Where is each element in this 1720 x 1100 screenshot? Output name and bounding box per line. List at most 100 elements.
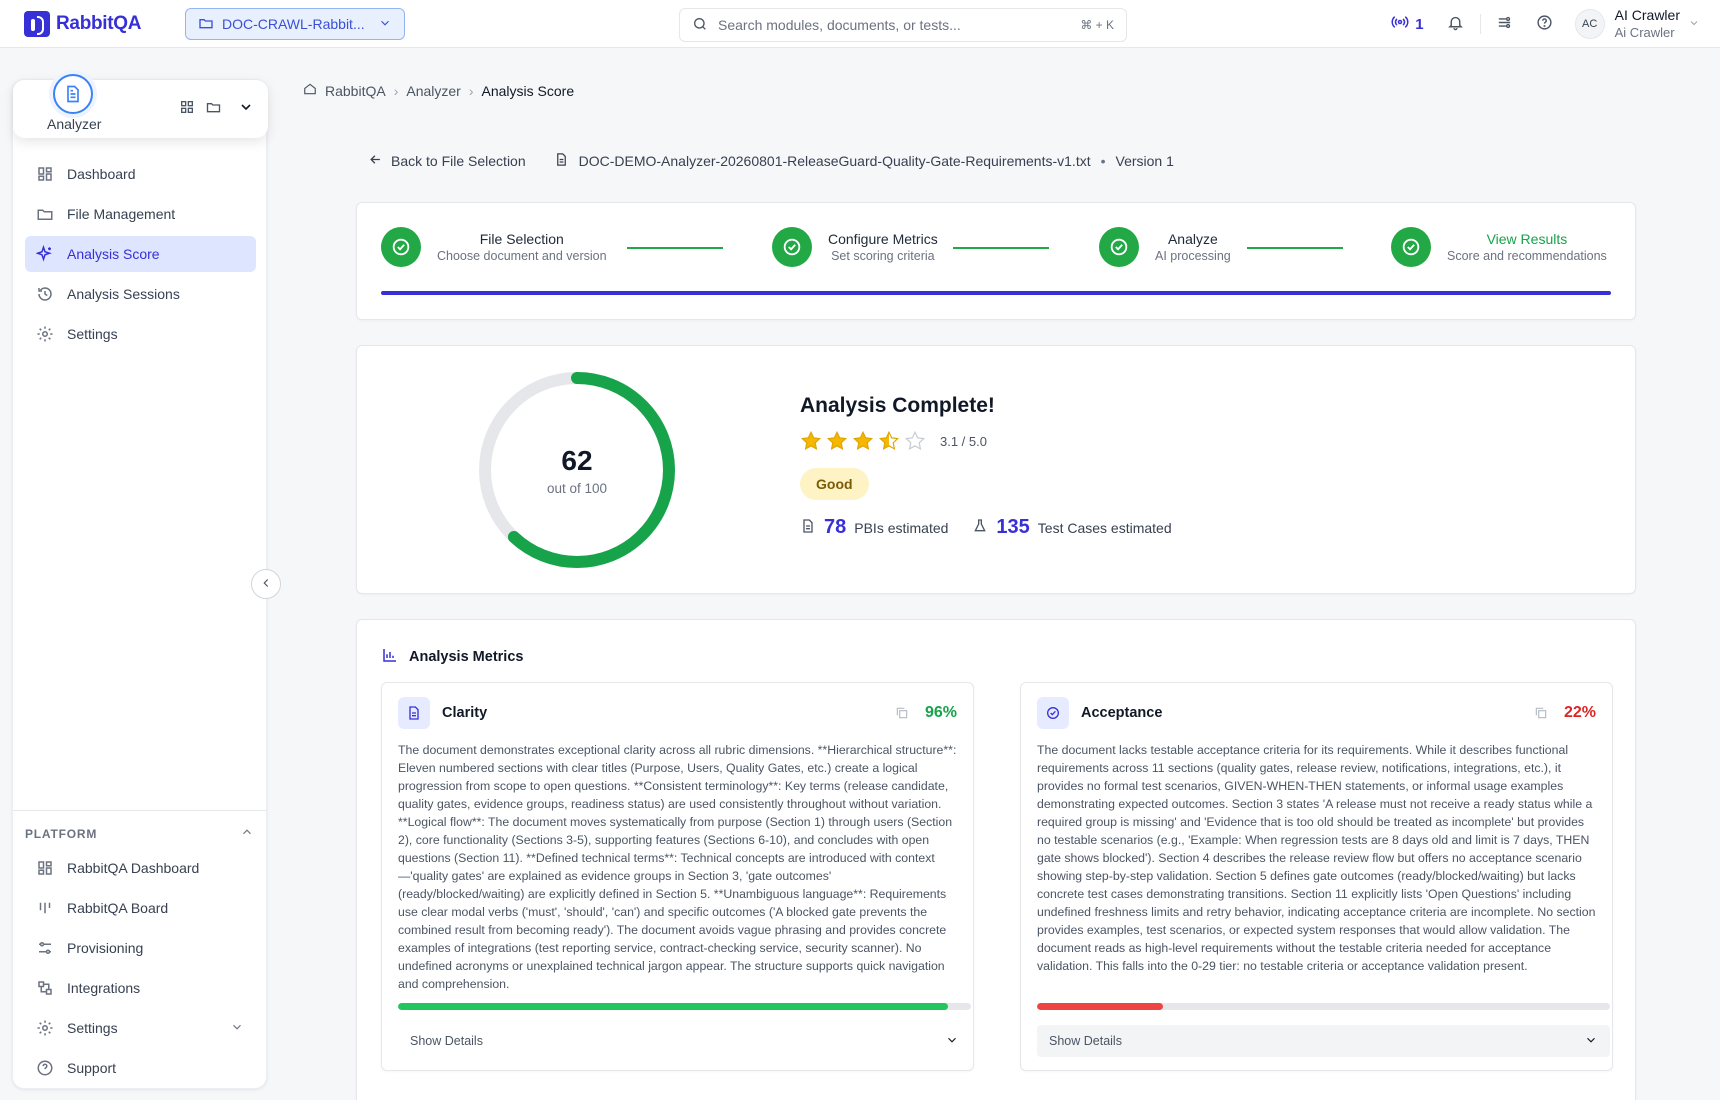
user-role: Ai Crawler xyxy=(1614,25,1675,40)
platform-item-settings[interactable]: Settings xyxy=(25,1010,254,1046)
chevron-left-icon xyxy=(259,576,273,593)
search-input[interactable]: Search modules, documents, or tests... xyxy=(718,17,1070,33)
collapse-sidebar-button[interactable] xyxy=(251,569,281,599)
chevron-down-icon[interactable] xyxy=(238,99,254,118)
star-filled-icon xyxy=(800,430,822,451)
chevron-down-icon[interactable] xyxy=(230,1020,244,1037)
check-circle-icon xyxy=(772,227,812,267)
metric-progress-fill xyxy=(398,1003,949,1010)
show-details-label: Show Details xyxy=(1049,1034,1122,1048)
back-to-file-selection-button[interactable]: Back to File Selection xyxy=(368,152,526,170)
sidebar-item-file-management[interactable]: File Management xyxy=(25,196,256,232)
step-analyze[interactable]: Analyze AI processing xyxy=(1099,227,1231,267)
platform-item-label: Provisioning xyxy=(67,940,144,956)
star-filled-icon xyxy=(852,430,874,451)
theme-button[interactable] xyxy=(1485,6,1525,42)
metric-progress-fill xyxy=(1037,1003,1164,1010)
score-max-label: out of 100 xyxy=(546,480,608,496)
platform-item-label: Support xyxy=(67,1060,117,1076)
gear-icon xyxy=(35,324,55,344)
palette-icon xyxy=(1496,14,1513,34)
history-icon xyxy=(35,284,55,304)
platform-item-label: RabbitQA Dashboard xyxy=(67,860,200,876)
help-button[interactable] xyxy=(1525,6,1565,42)
star-empty-icon xyxy=(904,430,926,451)
step-view-results[interactable]: View Results Score and recommendations xyxy=(1391,227,1607,267)
star-filled-icon xyxy=(826,430,848,451)
gauge-center: 62 out of 100 xyxy=(475,368,679,572)
copy-icon[interactable] xyxy=(895,706,909,720)
separator: • xyxy=(1100,153,1106,169)
user-menu[interactable]: AI Crawler Ai Crawler xyxy=(1615,6,1680,42)
step-title: Configure Metrics xyxy=(828,231,938,247)
step-title: File Selection xyxy=(479,231,564,247)
score-gauge: 62 out of 100 xyxy=(475,368,679,572)
platform-item-support[interactable]: Support xyxy=(25,1050,254,1086)
step-connector xyxy=(627,247,723,249)
step-title: View Results xyxy=(1486,231,1568,247)
breadcrumb-module[interactable]: Analyzer xyxy=(406,83,460,99)
document-icon xyxy=(53,74,93,114)
notifications-button[interactable] xyxy=(1436,6,1476,42)
rating-text: 3.1 / 5.0 xyxy=(940,433,987,449)
module-actions xyxy=(179,99,254,118)
app-name: RabbitQA xyxy=(56,13,142,34)
bell-icon xyxy=(1447,14,1464,34)
sidebar-item-analysis-score[interactable]: Analysis Score xyxy=(25,236,256,272)
platform-header[interactable]: PLATFORM xyxy=(25,825,254,842)
chevron-up-icon[interactable] xyxy=(240,825,254,842)
platform-item-label: Integrations xyxy=(67,980,141,996)
test-case-count: 135 xyxy=(996,516,1030,538)
analysis-metrics: Analysis Metrics Clarity 96% The documen… xyxy=(356,619,1636,1100)
platform-item-rabbitqa-dashboard[interactable]: RabbitQA Dashboard xyxy=(25,850,254,886)
metric-card-acceptance: Acceptance 22% The document lacks testab… xyxy=(1020,682,1613,1071)
chevron-down-icon xyxy=(378,16,392,33)
integrations-icon xyxy=(35,978,55,998)
step-configure-metrics[interactable]: Configure Metrics Set scoring criteria xyxy=(772,227,938,267)
platform-item-integrations[interactable]: Integrations xyxy=(25,970,254,1006)
step-subtitle: AI processing xyxy=(1155,249,1231,263)
search-shortcut: ⌘ + K xyxy=(1080,18,1114,32)
project-selector[interactable]: DOC-CRAWL-Rabbit... xyxy=(185,8,405,40)
app-logo[interactable]: RabbitQA xyxy=(24,11,142,37)
metric-name: Clarity xyxy=(442,705,488,721)
platform-item-provisioning[interactable]: Provisioning xyxy=(25,930,254,966)
chevron-right-icon: › xyxy=(468,82,474,99)
sidebar-item-dashboard[interactable]: Dashboard xyxy=(25,156,256,192)
show-details-button[interactable]: Show Details xyxy=(1037,1025,1610,1057)
step-subtitle: Choose document and version xyxy=(437,249,607,263)
chevron-down-icon[interactable] xyxy=(1688,16,1700,32)
check-badge-icon xyxy=(1037,697,1069,729)
sparkle-icon xyxy=(35,244,55,264)
sidebar-item-settings[interactable]: Settings xyxy=(25,316,256,352)
sidebar-item-analysis-sessions[interactable]: Analysis Sessions xyxy=(25,276,256,312)
module-label: Analyzer xyxy=(47,116,102,132)
check-circle-icon xyxy=(381,227,421,267)
file-name: DOC-DEMO-Analyzer-20260801-ReleaseGuard-… xyxy=(578,153,1091,169)
show-details-button[interactable]: Show Details xyxy=(398,1025,971,1057)
platform-section: PLATFORM RabbitQA Dashboard RabbitQA Boa… xyxy=(13,810,266,1090)
score-summary: Analysis Complete! 3.1 / 5.0 Good 78 PBI… xyxy=(800,394,1172,539)
module-switcher[interactable]: Analyzer xyxy=(13,74,268,138)
metric-name: Acceptance xyxy=(1081,705,1163,721)
help-icon xyxy=(35,1058,55,1078)
show-details-label: Show Details xyxy=(410,1034,483,1048)
metric-progress-bar xyxy=(1037,1003,1610,1010)
chevron-right-icon: › xyxy=(393,82,399,99)
broadcast-icon xyxy=(1391,13,1409,35)
metrics-title: Analysis Metrics xyxy=(381,646,523,668)
platform-item-rabbitqa-board[interactable]: RabbitQA Board xyxy=(25,890,254,926)
breadcrumb-root[interactable]: RabbitQA xyxy=(325,83,386,99)
bar-chart-icon xyxy=(381,646,399,668)
workflow-stepper: File Selection Choose document and versio… xyxy=(356,202,1636,320)
avatar[interactable]: AC xyxy=(1574,9,1605,39)
document-icon xyxy=(800,518,816,537)
folder-open-icon[interactable] xyxy=(205,99,222,118)
project-name: DOC-CRAWL-Rabbit... xyxy=(222,16,365,32)
score-value: 62 xyxy=(561,444,593,476)
step-file-selection[interactable]: File Selection Choose document and versio… xyxy=(381,227,607,267)
copy-icon[interactable] xyxy=(1534,706,1548,720)
global-search[interactable]: Search modules, documents, or tests... ⌘… xyxy=(679,8,1127,42)
grid-icon[interactable] xyxy=(179,99,195,118)
live-sessions-button[interactable]: 1 xyxy=(1379,13,1435,35)
